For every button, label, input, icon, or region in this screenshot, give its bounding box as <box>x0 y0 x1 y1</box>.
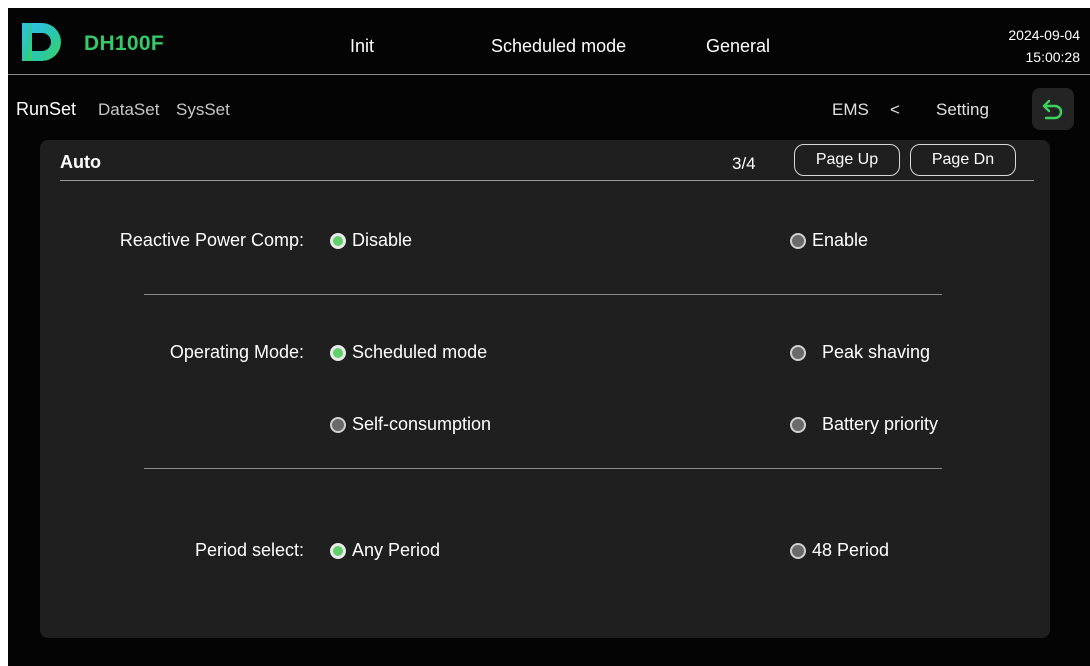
radio-dot-unselected <box>790 416 806 433</box>
brand-name: DH100F <box>84 32 164 55</box>
radio-dot-unselected <box>790 344 806 361</box>
operating-mode-label: Operating Mode: <box>169 342 304 362</box>
logo-d-icon <box>20 20 64 64</box>
radio-dot-unselected <box>330 416 346 433</box>
radio-dot-unselected <box>790 232 806 249</box>
radio-label: Battery priority <box>822 414 939 434</box>
back-arrow-icon <box>1042 99 1063 120</box>
nav-sysset[interactable]: SysSet <box>176 100 230 120</box>
page-indicator: 3/4 <box>732 154 756 173</box>
top-bar: DH100F Init Scheduled mode General 2024-… <box>8 8 1090 74</box>
breadcrumb-separator: < <box>890 100 900 119</box>
radio-reactive-disable[interactable]: Disable <box>330 230 412 251</box>
time-text: 15:00:28 <box>1025 49 1081 65</box>
datetime: 2024-09-04 15:00:28 <box>1008 24 1080 68</box>
radio-label: 48 Period <box>812 540 890 560</box>
radio-period-48[interactable]: 48 Period <box>790 540 889 561</box>
section-divider <box>144 294 942 295</box>
tab-scheduled-mode[interactable]: Scheduled mode <box>491 36 626 57</box>
radio-dot-selected <box>330 542 346 559</box>
radio-period-any[interactable]: Any Period <box>330 540 440 561</box>
radio-label: Disable <box>352 230 413 250</box>
nav-dataset[interactable]: DataSet <box>98 100 159 120</box>
page-up-button[interactable]: Page Up <box>794 144 900 176</box>
radio-label: Enable <box>812 230 869 250</box>
radio-label: Scheduled mode <box>352 342 488 362</box>
page-down-button[interactable]: Page Dn <box>910 144 1016 176</box>
radio-dot-selected <box>330 232 346 249</box>
radio-dot-selected <box>330 344 346 361</box>
settings-panel: Auto 3/4 Page Up Page Dn Reactive Power … <box>40 140 1050 638</box>
tab-init[interactable]: Init <box>350 36 374 57</box>
sub-nav: RunSet DataSet SysSet EMS < Setting <box>8 78 1090 134</box>
panel-title: Auto <box>60 152 101 172</box>
section-divider <box>144 468 942 469</box>
tab-general[interactable]: General <box>706 36 770 57</box>
back-button[interactable] <box>1032 88 1074 130</box>
date-text: 2024-09-04 <box>1008 27 1080 43</box>
panel-header-divider <box>60 180 1034 181</box>
breadcrumb-setting: Setting <box>936 100 989 119</box>
top-divider <box>8 74 1090 75</box>
radio-label: Peak shaving <box>822 342 931 362</box>
radio-label: Self-consumption <box>352 414 492 434</box>
nav-runset[interactable]: RunSet <box>16 99 76 120</box>
radio-mode-self-consumption[interactable]: Self-consumption <box>330 414 491 435</box>
radio-reactive-enable[interactable]: Enable <box>790 230 868 251</box>
radio-mode-peak-shaving[interactable]: Peak shaving <box>790 342 930 363</box>
radio-mode-scheduled[interactable]: Scheduled mode <box>330 342 487 363</box>
radio-dot-unselected <box>790 542 806 559</box>
radio-label: Any Period <box>352 540 441 560</box>
reactive-power-label: Reactive Power Comp: <box>119 230 304 250</box>
period-select-label: Period select: <box>194 540 304 560</box>
device-screen: DH100F Init Scheduled mode General 2024-… <box>8 8 1090 666</box>
radio-mode-battery-priority[interactable]: Battery priority <box>790 414 938 435</box>
breadcrumb-ems[interactable]: EMS <box>832 100 869 120</box>
